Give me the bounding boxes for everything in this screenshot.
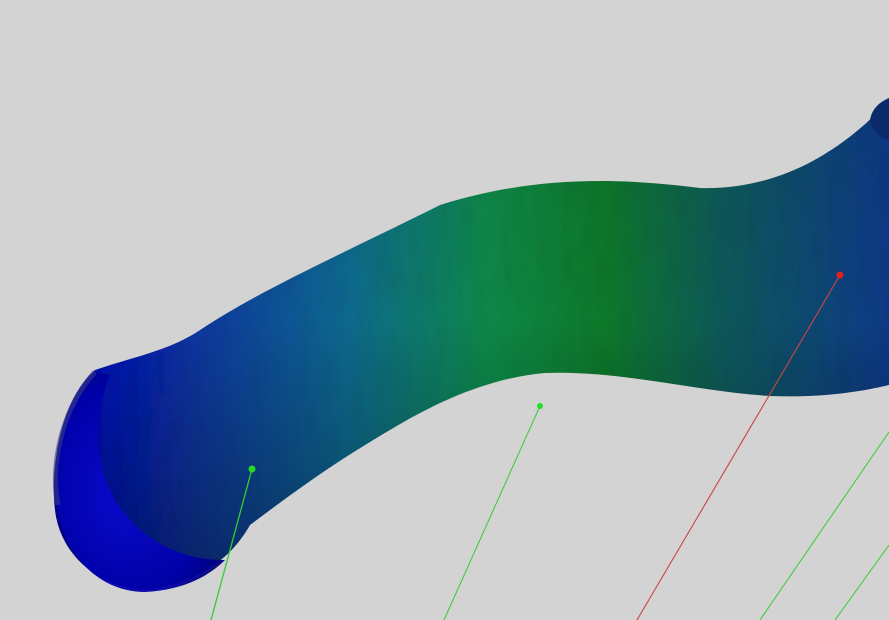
leader-line-5	[834, 544, 889, 620]
marker-1[interactable]	[248, 465, 256, 473]
leader-line-2	[443, 405, 541, 620]
leader-line-4	[759, 431, 889, 620]
tube-shading	[53, 100, 889, 590]
3d-viewport[interactable]	[0, 0, 889, 620]
scene-canvas[interactable]	[0, 0, 889, 620]
marker-2[interactable]	[537, 403, 543, 409]
marker-3[interactable]	[836, 271, 844, 279]
